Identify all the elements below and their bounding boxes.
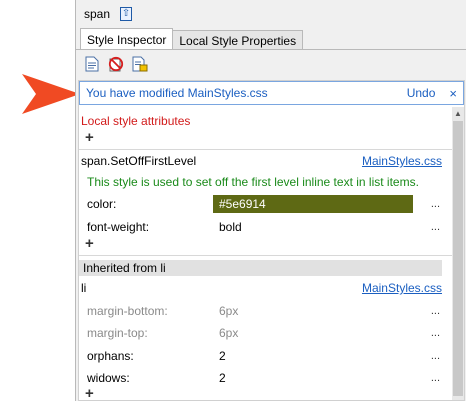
pin-icon[interactable]: ⇧ <box>120 7 133 21</box>
inherited-source-link[interactable]: MainStyles.css <box>362 281 442 295</box>
add-rule-property-button[interactable]: + <box>85 236 94 251</box>
rule-source-link[interactable]: MainStyles.css <box>362 154 442 168</box>
edit-document-icon[interactable] <box>130 54 150 74</box>
rule-description: This style is used to set off the first … <box>87 175 419 189</box>
property-name: widows: <box>87 371 130 385</box>
panel-title: span <box>84 7 111 21</box>
scrollbar-thumb[interactable] <box>453 121 463 396</box>
color-value-swatch[interactable]: #5e6914 <box>213 195 413 213</box>
tab-divider <box>76 49 466 50</box>
property-name: font-weight: <box>87 220 150 234</box>
rule-selector: span.SetOffFirstLevel <box>81 154 197 168</box>
property-value: 6px <box>219 326 239 340</box>
tab-bar: Style Inspector Local Style Properties <box>80 28 304 50</box>
toolbar <box>80 52 150 76</box>
panel-titlebar: span ⇧ <box>76 0 466 28</box>
property-options-button[interactable]: ... <box>431 221 440 233</box>
property-value[interactable]: 2 <box>219 349 226 363</box>
document-icon[interactable] <box>82 54 102 74</box>
divider <box>79 255 452 256</box>
undo-link[interactable]: Undo <box>407 86 436 100</box>
add-local-attribute-button[interactable]: + <box>85 130 94 145</box>
property-value[interactable]: bold <box>219 220 242 234</box>
property-name: orphans: <box>87 349 134 363</box>
property-options-button[interactable]: ... <box>431 350 440 362</box>
style-inspector-panel: span ⇧ Style Inspector Local Style Prope… <box>75 0 466 401</box>
color-value: #5e6914 <box>219 197 266 211</box>
inspector-content: You have modified MainStyles.css Undo × … <box>78 80 465 401</box>
divider <box>79 149 452 150</box>
property-options-button[interactable]: ... <box>431 372 440 384</box>
inherited-heading-label: Inherited from li <box>83 261 166 275</box>
close-icon[interactable]: × <box>449 86 457 101</box>
property-name: color: <box>87 197 117 211</box>
callout-arrow-icon <box>22 74 80 114</box>
tab-style-inspector[interactable]: Style Inspector <box>80 28 174 50</box>
scroll-up-icon[interactable]: ▲ <box>452 107 464 119</box>
add-inherited-property-button[interactable]: + <box>85 386 94 400</box>
inherited-heading: Inherited from li <box>79 260 442 276</box>
property-value: 6px <box>219 304 239 318</box>
property-options-button[interactable]: ... <box>431 327 440 339</box>
property-options-button[interactable]: ... <box>431 198 440 210</box>
modified-message: You have modified MainStyles.css <box>86 86 268 100</box>
tab-local-style-properties[interactable]: Local Style Properties <box>172 30 304 50</box>
property-name: margin-top: <box>87 326 148 340</box>
no-entry-icon[interactable] <box>106 54 126 74</box>
local-attributes-heading: Local style attributes <box>81 114 191 128</box>
property-name: margin-bottom: <box>87 304 168 318</box>
modified-banner: You have modified MainStyles.css Undo × <box>79 81 464 105</box>
inherited-selector: li <box>81 281 87 295</box>
property-value[interactable]: 2 <box>219 371 226 385</box>
property-options-button[interactable]: ... <box>431 305 440 317</box>
